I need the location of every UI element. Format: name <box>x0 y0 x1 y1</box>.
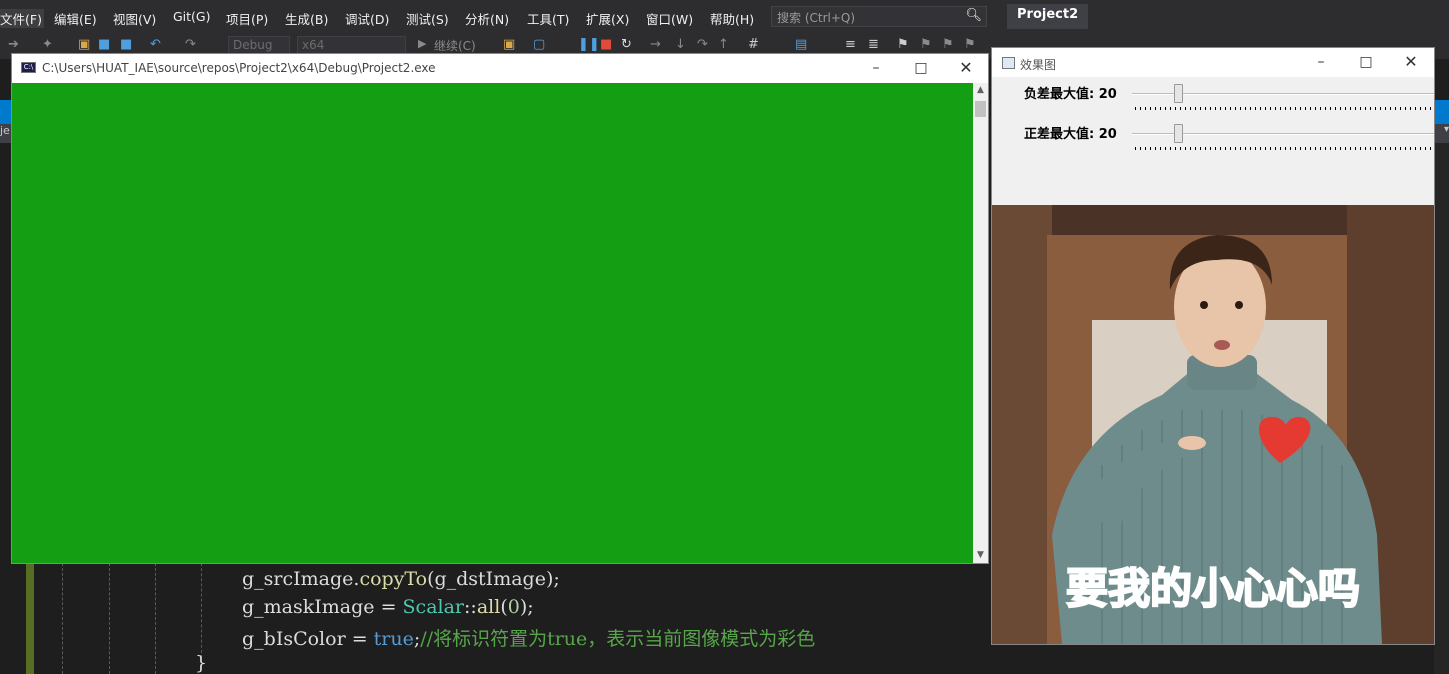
scroll-up-icon[interactable]: ▲ <box>973 83 988 98</box>
continue-button[interactable]: 继续(C) <box>434 37 476 54</box>
save-icon[interactable]: ■ <box>98 37 110 52</box>
process-icon[interactable]: ▣ <box>503 37 515 52</box>
stop-icon[interactable]: ■ <box>600 37 612 52</box>
scroll-thumb[interactable] <box>975 101 986 117</box>
minimize-icon[interactable]: – <box>1309 51 1333 73</box>
console-output-area <box>12 83 973 563</box>
menu-test[interactable]: 测试(S) <box>406 9 449 28</box>
image-caption: 要我的小心心吗 <box>1066 564 1360 613</box>
continue-icon[interactable]: ▶ <box>418 37 426 50</box>
right-panel <box>1434 143 1449 674</box>
bookmark-icon[interactable]: ⚑ <box>897 37 909 52</box>
redo-icon[interactable]: ↷ <box>185 37 196 52</box>
menu-extensions[interactable]: 扩展(X) <box>586 9 629 28</box>
code-line: g_srcImage.copyTo(g_dstImage); <box>242 568 560 590</box>
scroll-down-icon[interactable]: ▼ <box>973 548 988 563</box>
show-next-statement-icon[interactable]: → <box>650 37 661 52</box>
console-titlebar[interactable]: C:\ C:\Users\HUAT_IAE\source\repos\Proje… <box>12 54 988 83</box>
code-line: g_bIsColor = true;//将标识符置为true，表示当前图像模式为… <box>242 628 816 650</box>
result-photo: 要我的小心心吗 <box>992 205 1434 644</box>
window-app-icon <box>1002 57 1015 69</box>
code-line: } <box>195 652 208 674</box>
menu-analyze[interactable]: 分析(N) <box>465 9 509 28</box>
search-icon[interactable]: 🔍︎ <box>965 8 982 23</box>
menu-file[interactable]: 文件(F) <box>0 9 44 28</box>
change-tracking-bar <box>26 563 34 674</box>
new-project-icon[interactable]: ✦ <box>42 37 53 52</box>
console-window[interactable]: C:\ C:\Users\HUAT_IAE\source\repos\Proje… <box>11 53 989 564</box>
trackbar-ticks <box>1135 107 1434 110</box>
maximize-icon[interactable]: □ <box>909 57 933 79</box>
step-into-icon[interactable]: ↓ <box>675 37 686 52</box>
project-title: Project2 <box>1007 4 1089 29</box>
menu-view[interactable]: 视图(V) <box>113 9 156 28</box>
right-tab-strip <box>1434 100 1449 124</box>
undo-icon[interactable]: ↶ <box>150 37 161 52</box>
diagnostics-icon[interactable]: ▢ <box>533 37 545 52</box>
next-bookmark-icon[interactable]: ⚑ <box>942 37 954 52</box>
menu-tools[interactable]: 工具(T) <box>527 9 569 28</box>
code-line: g_maskImage = Scalar::all(0); <box>242 596 534 618</box>
pause-icon[interactable]: ❚❚ <box>578 37 600 52</box>
hex-display-icon[interactable]: # <box>748 37 759 52</box>
navigate-back-icon[interactable]: ➔ <box>8 37 19 52</box>
comment-icon[interactable]: ≡ <box>845 37 856 52</box>
menu-debug[interactable]: 调试(D) <box>345 9 389 28</box>
effect-title: 效果图 <box>1020 58 1057 72</box>
prev-bookmark-icon[interactable]: ⚑ <box>920 37 932 52</box>
console-app-icon: C:\ <box>21 62 36 73</box>
search-input[interactable]: 搜索 (Ctrl+Q) 🔍︎ <box>771 6 987 27</box>
step-over-icon[interactable]: ↷ <box>697 37 708 52</box>
trackbar-thumb-negative[interactable] <box>1174 84 1183 103</box>
indent-guide <box>109 563 110 674</box>
maximize-icon[interactable]: □ <box>1354 51 1378 73</box>
search-placeholder: 搜索 (Ctrl+Q) <box>777 11 856 25</box>
step-out-icon[interactable]: ↑ <box>718 37 729 52</box>
trackbar-label-negative: 负差最大值: 20 <box>1024 87 1117 102</box>
trackbar-ticks <box>1135 147 1434 150</box>
console-title: C:\Users\HUAT_IAE\source\repos\Project2\… <box>42 61 436 75</box>
minimize-icon[interactable]: – <box>864 57 888 79</box>
open-folder-icon[interactable]: ▣ <box>78 37 90 52</box>
close-icon[interactable]: ✕ <box>954 57 978 79</box>
trackbar-thumb-positive[interactable] <box>1174 124 1183 143</box>
menu-window[interactable]: 窗口(W) <box>646 9 693 28</box>
thread-icon[interactable]: ▤ <box>795 37 807 52</box>
indent-guide <box>155 563 156 674</box>
menu-git[interactable]: Git(G) <box>173 9 211 24</box>
menu-help[interactable]: 帮助(H) <box>710 9 754 28</box>
indent-guide <box>62 563 63 674</box>
uncomment-icon[interactable]: ≣ <box>868 37 879 52</box>
menu-bar: 文件(F) 编辑(E) 视图(V) Git(G) 项目(P) 生成(B) 调试(… <box>0 0 1449 33</box>
result-image: 要我的小心心吗 <box>992 205 1434 644</box>
trackbar-label-positive: 正差最大值: 20 <box>1024 127 1117 142</box>
console-scrollbar[interactable]: ▲ ▼ <box>973 83 988 563</box>
save-all-icon[interactable]: ■ <box>120 37 132 52</box>
right-dropdown-icon[interactable]: ▾ <box>1434 124 1449 143</box>
menu-edit[interactable]: 编辑(E) <box>54 9 97 28</box>
close-icon[interactable]: ✕ <box>1399 51 1423 73</box>
effect-titlebar[interactable]: 效果图 – □ ✕ <box>992 48 1434 77</box>
restart-icon[interactable]: ↻ <box>621 37 632 52</box>
effect-window[interactable]: 效果图 – □ ✕ 负差最大值: 20 正差最大值: 20 要我的小心心吗 <box>991 47 1435 645</box>
clear-bookmarks-icon[interactable]: ⚑ <box>964 37 976 52</box>
menu-build[interactable]: 生成(B) <box>285 9 328 28</box>
menu-project[interactable]: 项目(P) <box>226 9 268 28</box>
indent-guide <box>201 563 202 658</box>
